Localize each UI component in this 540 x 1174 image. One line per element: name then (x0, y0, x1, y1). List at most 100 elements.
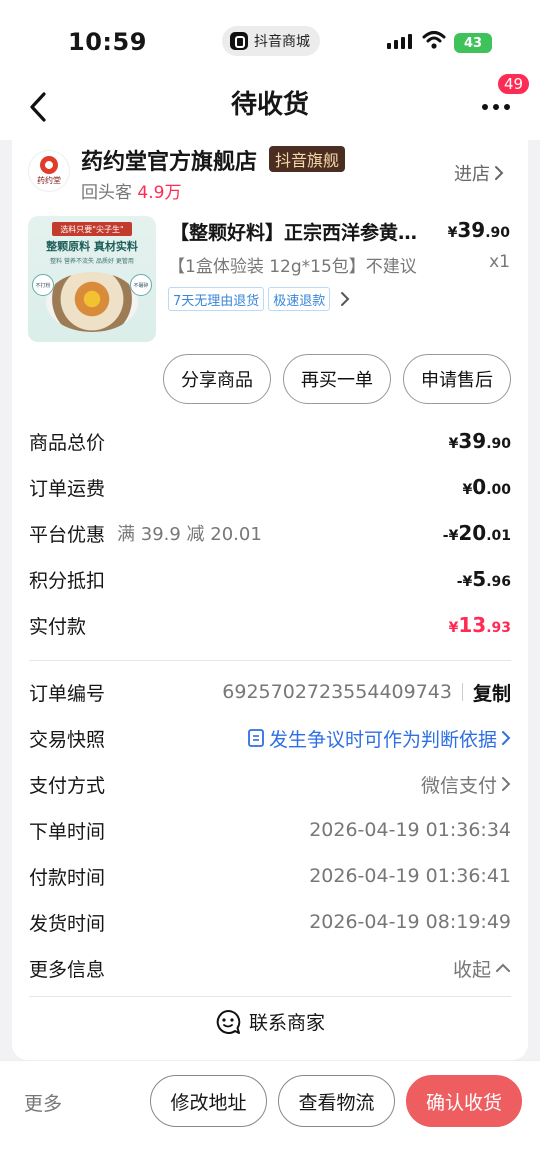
points-label: 积分抵扣 (29, 569, 106, 592)
enter-shop-label: 进店 (454, 164, 490, 185)
order-time-label: 下单时间 (29, 820, 106, 843)
status-time: 10:59 (68, 28, 147, 56)
total-value: ¥39.90 (448, 429, 511, 453)
more-link[interactable]: 更多 (24, 1089, 62, 1116)
shop-logo[interactable]: 药约堂 (28, 150, 70, 192)
app-indicator-pill[interactable]: 抖音商城 (222, 26, 320, 56)
chevron-right-icon (341, 292, 350, 306)
notification-badge: 49 (496, 72, 532, 96)
more-info-label: 更多信息 (29, 958, 106, 981)
herb-bowl-image (46, 272, 138, 332)
snapshot-value: 发生争议时可作为判断依据 (268, 728, 497, 751)
order-number: 6925702723554409743 (222, 681, 452, 703)
chevron-up-icon (496, 963, 510, 972)
douyin-mall-icon (230, 32, 248, 50)
view-logistics-button[interactable]: 查看物流 (278, 1075, 395, 1127)
product-thumbnail[interactable]: 选料只要"尖子生" 整颗原料 真材实料 整料 营养不流失 品质好 更管用 不打粉… (28, 216, 156, 342)
order-number-label: 订单编号 (29, 682, 106, 705)
repeat-customers: 回头客 4.9万 (81, 178, 181, 203)
shop-logo-mark (40, 156, 58, 174)
info-payment-method[interactable]: 支付方式 微信支付 (29, 767, 511, 801)
payment-method-value[interactable]: 微信支付 (421, 771, 511, 798)
confirm-receipt-button[interactable]: 确认收货 (406, 1075, 522, 1127)
enter-shop-link[interactable]: 进店 (454, 160, 504, 186)
shipping-label: 订单运费 (29, 477, 106, 500)
chevron-right-icon (502, 777, 511, 791)
ship-time-label: 发货时间 (29, 912, 106, 935)
paid-label: 实付款 (29, 615, 87, 638)
chevron-right-icon (502, 731, 511, 745)
summary-total: 商品总价 ¥39.90 (29, 424, 511, 458)
collapse-label: 收起 (452, 958, 491, 981)
price-currency: ¥ (447, 225, 458, 241)
order-time-value: 2026-04-19 01:36:34 (309, 819, 511, 841)
thumbnail-subtext: 整料 营养不流失 品质好 更管用 (50, 258, 134, 265)
contact-merchant-label: 联系商家 (248, 1012, 325, 1034)
order-card: 药约堂 药约堂官方旗舰店 抖音旗舰 回头客 4.9万 进店 选料只要"尖子生" … (12, 140, 528, 1060)
chat-bubble-icon (216, 1009, 241, 1034)
price-integer: 39 (457, 218, 486, 242)
snapshot-link[interactable]: 发生争议时可作为判断依据 (247, 725, 511, 752)
info-pay-time: 付款时间 2026-04-19 01:36:41 (29, 859, 511, 893)
order-actions: 分享商品 再买一单 申请售后 (163, 354, 511, 404)
after-sale-button[interactable]: 申请售后 (403, 354, 511, 404)
discount-value: -¥20.01 (442, 521, 511, 545)
copy-button[interactable]: 复制 (473, 679, 511, 706)
status-bar: 10:59 抖音商城 43 (0, 0, 540, 82)
bottom-action-bar: 更多 修改地址 查看物流 确认收货 (0, 1060, 540, 1174)
info-more[interactable]: 更多信息 收起 (29, 951, 511, 985)
document-icon (248, 729, 264, 747)
chevron-right-icon (495, 166, 504, 180)
thumbnail-slogan: 整颗原料 真材实料 (46, 240, 138, 253)
thumbnail-tag-left: 不打粉 (32, 274, 54, 296)
repeat-label: 回头客 (81, 183, 132, 203)
points-value: -¥5.96 (456, 567, 511, 591)
summary-points: 积分抵扣 -¥5.96 (29, 562, 511, 596)
cellular-signal-icon (387, 34, 412, 49)
summary-discount: 平台优惠 满 39.9 减 20.01 -¥20.01 (29, 516, 511, 550)
buy-again-button[interactable]: 再买一单 (283, 354, 391, 404)
summary-paid: 实付款 ¥13.93 (29, 608, 511, 642)
shipping-value: ¥0.00 (462, 475, 511, 499)
more-menu-icon[interactable] (482, 92, 518, 122)
wifi-icon (422, 31, 446, 49)
chip-7day-return: 7天无理由退货 (168, 287, 265, 311)
service-chips[interactable]: 7天无理由退货 极速退款 (168, 287, 350, 311)
discount-note: 满 39.9 减 20.01 (117, 524, 262, 545)
battery-level: 43 (463, 35, 483, 51)
product-price: ¥39.90 (448, 218, 510, 242)
pay-time-value: 2026-04-19 01:36:41 (309, 865, 511, 887)
thumbnail-tag-right: 不碾碎 (130, 274, 152, 296)
nav-bar: 待收货 49 (0, 72, 540, 140)
price-decimal: .90 (485, 225, 510, 241)
collapse-toggle[interactable]: 收起 (453, 955, 511, 982)
modify-address-button[interactable]: 修改地址 (150, 1075, 267, 1127)
product-title[interactable]: 【整颗好料】正宗西洋参黄… (170, 218, 418, 245)
payment-method-label: 支付方式 (29, 774, 106, 797)
divider (29, 996, 511, 997)
info-order-number: 订单编号 6925702723554409743 复制 (29, 675, 511, 709)
paid-value: ¥13.93 (448, 613, 511, 637)
battery-icon: 43 (454, 33, 492, 53)
flagship-badge: 抖音旗舰 (269, 146, 346, 172)
chip-fast-refund: 极速退款 (268, 287, 331, 311)
payment-method: 微信支付 (420, 774, 497, 797)
thumbnail-band: 选料只要"尖子生" (52, 222, 132, 236)
shop-name[interactable]: 药约堂官方旗舰店 (81, 144, 257, 176)
info-snapshot[interactable]: 交易快照 发生争议时可作为判断依据 (29, 721, 511, 755)
page-title: 待收货 (230, 90, 309, 120)
product-spec: 【1盒体验装 12g*15包】不建议 (168, 257, 417, 277)
discount-label: 平台优惠 (29, 523, 106, 546)
pay-time-label: 付款时间 (29, 866, 106, 889)
app-pill-label: 抖音商城 (254, 34, 310, 50)
order-number-value: 6925702723554409743 复制 (222, 679, 511, 706)
info-ship-time: 发货时间 2026-04-19 08:19:49 (29, 905, 511, 939)
product-quantity: x1 (489, 252, 510, 272)
ship-time-value: 2026-04-19 08:19:49 (309, 911, 511, 933)
info-order-time: 下单时间 2026-04-19 01:36:34 (29, 813, 511, 847)
separator (461, 683, 463, 701)
summary-shipping: 订单运费 ¥0.00 (29, 470, 511, 504)
share-product-button[interactable]: 分享商品 (163, 354, 271, 404)
contact-merchant-button[interactable]: 联系商家 (12, 1008, 528, 1035)
repeat-value: 4.9万 (137, 183, 182, 203)
